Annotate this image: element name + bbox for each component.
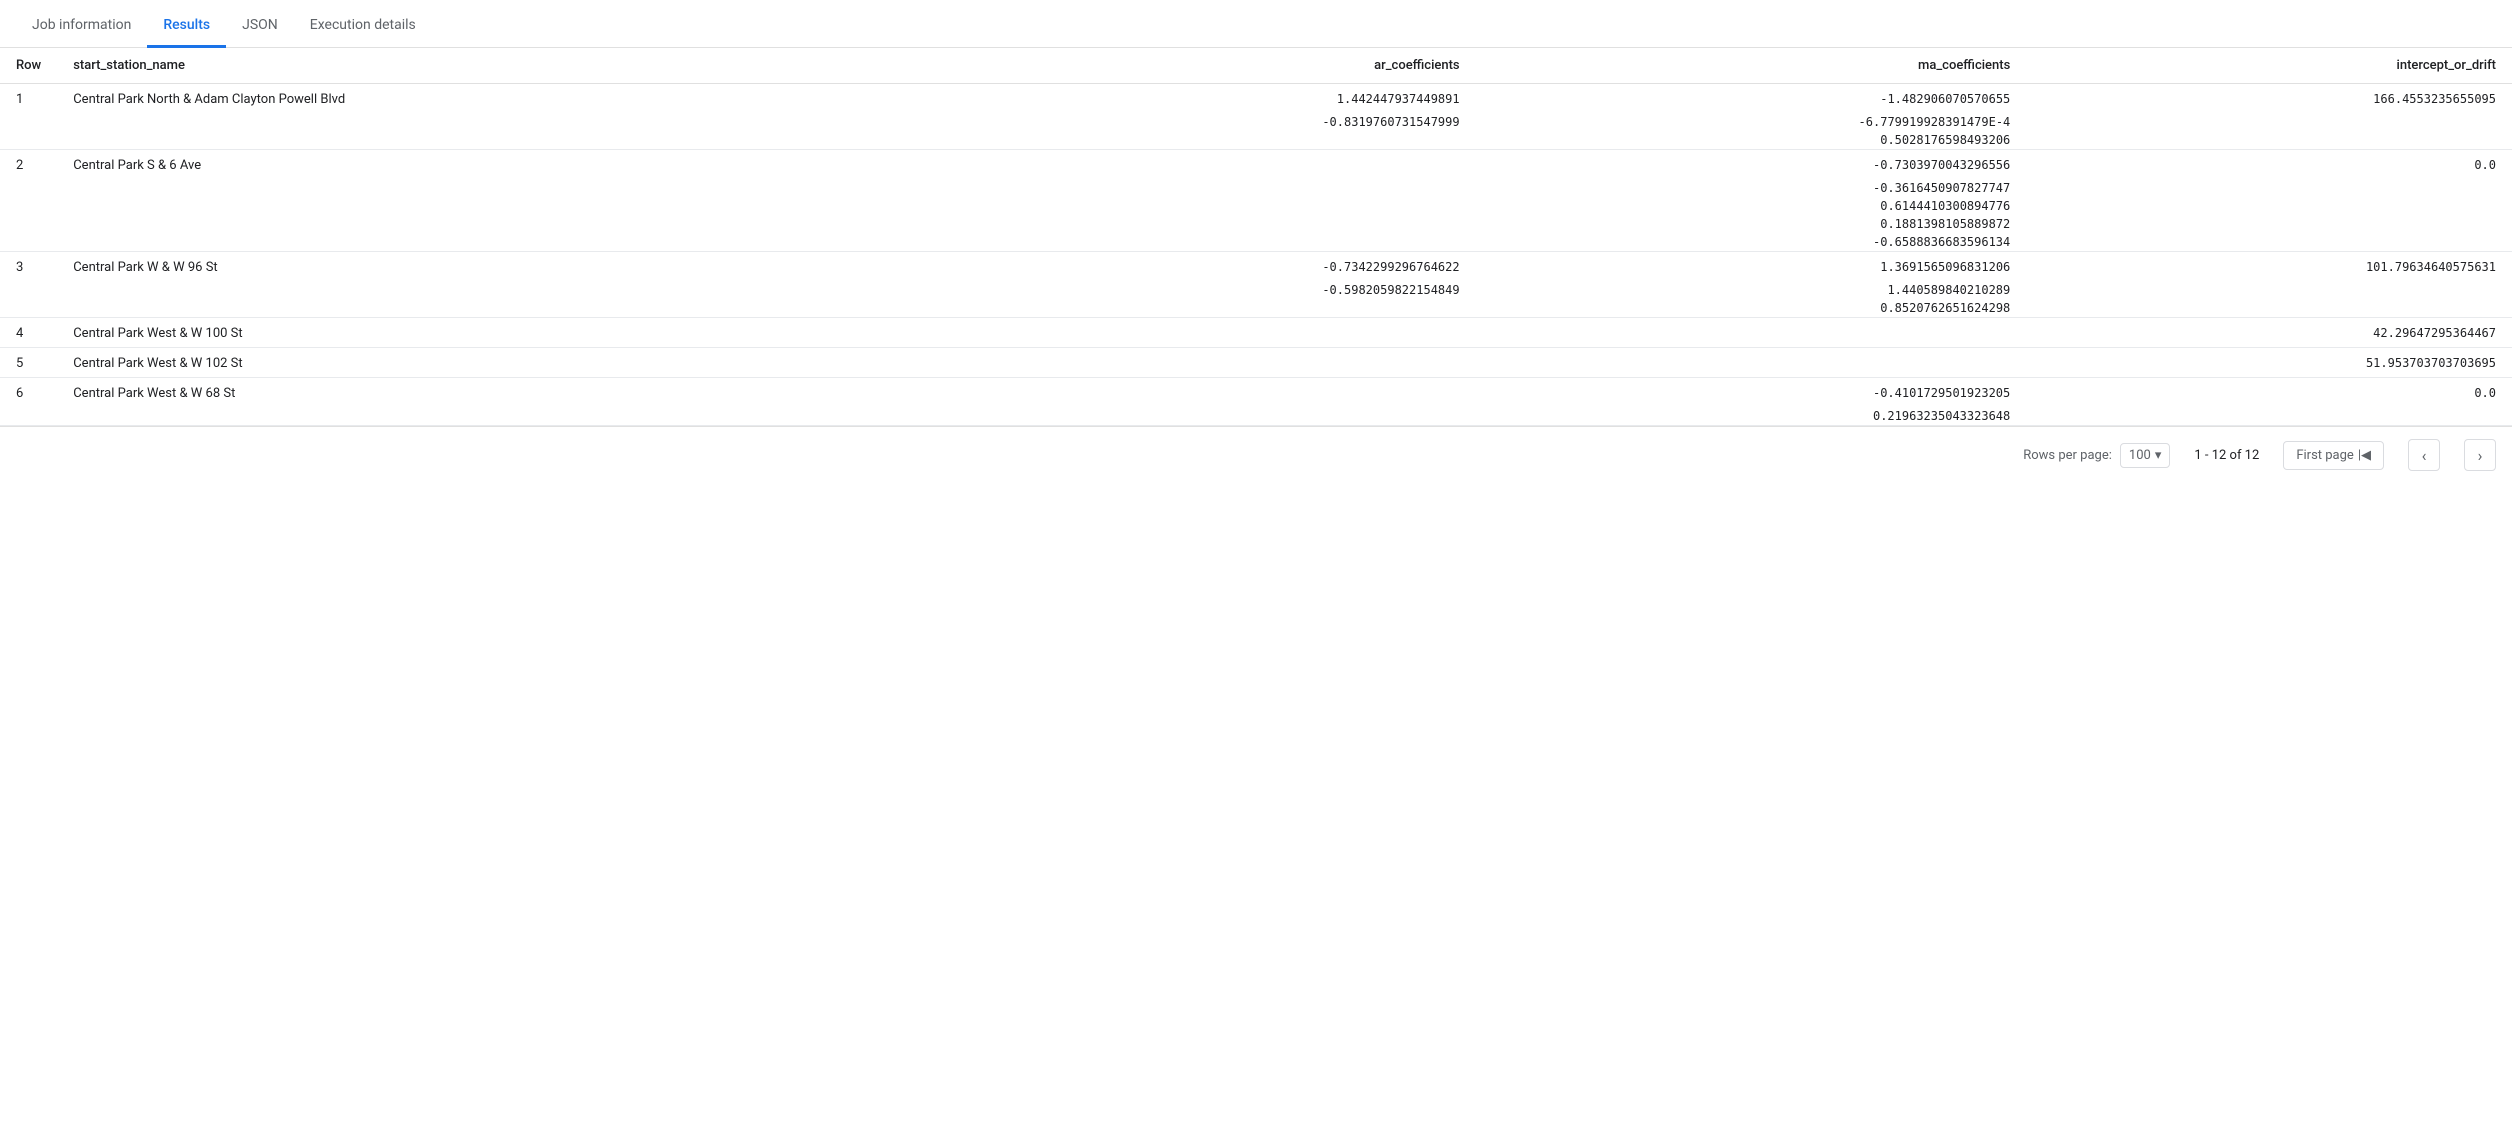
cell-ar-coeff-sub <box>968 233 1475 252</box>
cell-ar-coeff <box>968 150 1475 180</box>
cell-intercept: 42.29647295364467 <box>2026 318 2512 348</box>
table-row: 6Central Park West & W 68 St -0.410172950… <box>0 378 2512 408</box>
table-sub-row: 0.8520762651624298 <box>0 299 2512 318</box>
col-header-intercept-or-drift: intercept_or_drift <box>2026 48 2512 84</box>
cell-ma-coeff-sub: 0.21963235043323648 <box>1476 407 2027 426</box>
rows-per-page-select[interactable]: 100 ▾ <box>2120 443 2170 468</box>
cell-ar-coeff-sub <box>968 215 1475 233</box>
cell-ma-coeff <box>1476 348 2027 378</box>
cell-ar-coeff <box>968 318 1475 348</box>
table-sub-row: -0.6588836683596134 <box>0 233 2512 252</box>
tab-json[interactable]: JSON <box>226 5 294 48</box>
cell-intercept: 0.0 <box>2026 378 2512 408</box>
results-table: Row start_station_name ar_coefficients m… <box>0 48 2512 426</box>
prev-page-button[interactable]: ‹ <box>2408 439 2440 471</box>
chevron-down-icon: ▾ <box>2155 448 2162 463</box>
cell-row-number: 6 <box>0 378 57 408</box>
next-icon: › <box>2478 446 2483 465</box>
cell-station-name: Central Park West & W 100 St <box>57 318 968 348</box>
cell-row-number: 3 <box>0 252 57 282</box>
table-row: 4Central Park West & W 100 St 42.29647295… <box>0 318 2512 348</box>
cell-intercept-sub <box>2026 113 2512 131</box>
cell-ma-coeff-sub: 0.6144410300894776 <box>1476 197 2027 215</box>
cell-ma-coeff: -1.482906070570655 <box>1476 84 2027 114</box>
col-header-start-station-name: start_station_name <box>57 48 968 84</box>
rows-per-page-value: 100 <box>2129 448 2151 463</box>
cell-ma-coeff-sub: 0.5028176598493206 <box>1476 131 2027 150</box>
cell-station-name: Central Park North & Adam Clayton Powell… <box>57 84 968 114</box>
cell-station-name: Central Park S & 6 Ave <box>57 150 968 180</box>
cell-intercept-sub <box>2026 215 2512 233</box>
table-footer: Rows per page: 100 ▾ 1 - 12 of 12 First … <box>0 426 2512 483</box>
rows-per-page-section: Rows per page: 100 ▾ <box>2023 443 2170 468</box>
col-header-ma-coefficients: ma_coefficients <box>1476 48 2027 84</box>
cell-ar-coeff <box>968 348 1475 378</box>
cell-ma-coeff <box>1476 318 2027 348</box>
tab-execution-details[interactable]: Execution details <box>294 5 432 48</box>
col-header-ar-coefficients: ar_coefficients <box>968 48 1475 84</box>
cell-intercept-sub <box>2026 131 2512 150</box>
results-table-container: Row start_station_name ar_coefficients m… <box>0 48 2512 426</box>
cell-ar-coeff-sub: -0.8319760731547999 <box>968 113 1475 131</box>
cell-ar-coeff-sub <box>968 299 1475 318</box>
cell-intercept-sub <box>2026 299 2512 318</box>
table-sub-row: 0.6144410300894776 <box>0 197 2512 215</box>
cell-ar-coeff-sub: -0.5982059822154849 <box>968 281 1475 299</box>
prev-icon: ‹ <box>2422 446 2427 465</box>
first-page-button[interactable]: First page |◀ <box>2283 441 2384 470</box>
cell-ma-coeff-sub: 1.440589840210289 <box>1476 281 2027 299</box>
cell-row-number: 5 <box>0 348 57 378</box>
cell-row-number: 4 <box>0 318 57 348</box>
pagination-info: 1 - 12 of 12 <box>2194 448 2259 463</box>
cell-ma-coeff-sub: 0.1881398105889872 <box>1476 215 2027 233</box>
cell-intercept: 101.79634640575631 <box>2026 252 2512 282</box>
cell-row-number: 2 <box>0 150 57 180</box>
first-page-label: First page <box>2296 448 2354 463</box>
rows-per-page-label: Rows per page: <box>2023 448 2112 463</box>
cell-ma-coeff: -0.4101729501923205 <box>1476 378 2027 408</box>
cell-intercept-sub <box>2026 281 2512 299</box>
table-sub-row: 0.21963235043323648 <box>0 407 2512 426</box>
cell-ar-coeff-sub <box>968 131 1475 150</box>
cell-ar-coeff: 1.442447937449891 <box>968 84 1475 114</box>
cell-ar-coeff: -0.7342299296764622 <box>968 252 1475 282</box>
table-header-row: Row start_station_name ar_coefficients m… <box>0 48 2512 84</box>
cell-intercept-sub <box>2026 197 2512 215</box>
cell-ar-coeff-sub <box>968 407 1475 426</box>
table-sub-row: 0.5028176598493206 <box>0 131 2512 150</box>
cell-ma-coeff: -0.7303970043296556 <box>1476 150 2027 180</box>
cell-ma-coeff-sub: 0.8520762651624298 <box>1476 299 2027 318</box>
tab-job-information[interactable]: Job information <box>16 5 147 48</box>
tab-bar: Job information Results JSON Execution d… <box>0 0 2512 48</box>
table-sub-row: -0.8319760731547999-6.779919928391479E-4 <box>0 113 2512 131</box>
cell-row-number: 1 <box>0 84 57 114</box>
cell-ma-coeff-sub: -6.779919928391479E-4 <box>1476 113 2027 131</box>
table-row: 1Central Park North & Adam Clayton Powel… <box>0 84 2512 114</box>
tab-results[interactable]: Results <box>147 5 226 48</box>
cell-ar-coeff-sub <box>968 197 1475 215</box>
cell-station-name: Central Park W & W 96 St <box>57 252 968 282</box>
cell-station-name: Central Park West & W 68 St <box>57 378 968 408</box>
cell-intercept: 0.0 <box>2026 150 2512 180</box>
cell-ma-coeff-sub: -0.3616450907827747 <box>1476 179 2027 197</box>
cell-intercept: 166.4553235655095 <box>2026 84 2512 114</box>
cell-intercept-sub <box>2026 407 2512 426</box>
cell-ma-coeff-sub: -0.6588836683596134 <box>1476 233 2027 252</box>
cell-ar-coeff <box>968 378 1475 408</box>
table-sub-row: 0.1881398105889872 <box>0 215 2512 233</box>
col-header-row: Row <box>0 48 57 84</box>
cell-ar-coeff-sub <box>968 179 1475 197</box>
cell-ma-coeff: 1.3691565096831206 <box>1476 252 2027 282</box>
table-row: 2Central Park S & 6 Ave -0.73039700432965… <box>0 150 2512 180</box>
table-row: 3Central Park W & W 96 St-0.734229929676… <box>0 252 2512 282</box>
cell-intercept: 51.953703703703695 <box>2026 348 2512 378</box>
table-sub-row: -0.3616450907827747 <box>0 179 2512 197</box>
cell-intercept-sub <box>2026 179 2512 197</box>
next-page-button[interactable]: › <box>2464 439 2496 471</box>
first-page-icon: |◀ <box>2358 448 2371 463</box>
cell-station-name: Central Park West & W 102 St <box>57 348 968 378</box>
table-row: 5Central Park West & W 102 St 51.95370370… <box>0 348 2512 378</box>
table-sub-row: -0.59820598221548491.440589840210289 <box>0 281 2512 299</box>
cell-intercept-sub <box>2026 233 2512 252</box>
